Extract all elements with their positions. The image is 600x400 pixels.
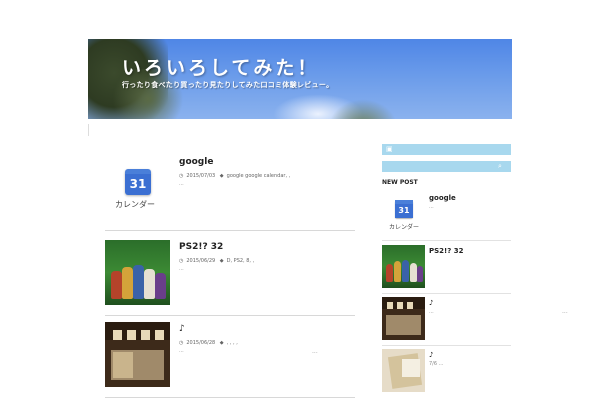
sidebar-post-excerpt: 7/6 ...	[429, 361, 444, 367]
post-date: 2015/06/28	[186, 340, 216, 346]
sidebar-post-excerpt: ...	[429, 309, 434, 315]
post-date: 2015/07/03	[186, 173, 216, 179]
sidebar-thumbnail[interactable]	[382, 245, 425, 288]
search-icon[interactable]: ⌕	[498, 163, 505, 170]
new-post-heading: NEW POST	[382, 179, 418, 186]
stray-ellipsis: ...	[562, 308, 568, 315]
sidebar-divider	[382, 240, 511, 241]
tag-icon: ◆	[219, 173, 224, 179]
bag-photo	[382, 349, 425, 392]
calendar-icon: 31	[125, 169, 151, 195]
post-meta: ◷ 2015/07/03 ◆ google google calendar, ,	[179, 173, 293, 179]
post-excerpt: ...	[179, 181, 184, 187]
header-banner[interactable]: いろいろしてみた！ 行ったり食べたり買ったり見たりしてみた口コミ体験レビュー。	[88, 39, 512, 119]
sidebar-divider	[382, 345, 511, 346]
sidebar-divider	[382, 293, 511, 294]
post-title[interactable]: PS2!? 32	[179, 242, 223, 252]
tag-icon: ◆	[219, 258, 224, 264]
post-meta: ◷ 2015/06/29 ◆ D, PS2, 8, ,	[179, 258, 257, 264]
post-thumbnail[interactable]	[105, 322, 170, 387]
site-title[interactable]: いろいろしてみた！	[122, 53, 319, 80]
calendar-number: 31	[395, 204, 413, 218]
post-tags[interactable]: google google calendar, ,	[227, 173, 291, 179]
calendar-caption: カレンダー	[389, 224, 420, 231]
post-tags[interactable]: , , , ,	[227, 340, 238, 346]
post-thumbnail[interactable]: 31 カレンダー	[105, 155, 170, 220]
shop-photo	[382, 297, 425, 340]
post-meta: ◷ 2015/06/28 ◆, , , ,	[179, 340, 241, 346]
post-excerpt: ...	[179, 266, 184, 272]
sidebar-post-title[interactable]: google	[429, 194, 456, 202]
post-divider	[105, 315, 355, 316]
calendar-number: 31	[125, 174, 151, 195]
figures-photo	[105, 240, 170, 305]
sidebar-thumbnail[interactable]: 31 カレンダー	[382, 192, 425, 235]
calendar-icon: 31	[395, 200, 413, 218]
post-title[interactable]: ♪	[179, 324, 185, 334]
sidebar-thumbnail[interactable]	[382, 349, 425, 392]
post-divider	[105, 397, 355, 398]
sidebar-post-title[interactable]: PS2!? 32	[429, 247, 463, 255]
figures-photo	[382, 245, 425, 288]
tag-icon: ◆	[219, 340, 224, 346]
sidebar-post-title[interactable]: ♪	[429, 351, 433, 359]
clock-icon: ◷	[179, 340, 184, 346]
sidebar-post-excerpt: ...	[429, 204, 434, 210]
site-tagline: 行ったり食べたり買ったり見たりしてみた口コミ体験レビュー。	[122, 81, 334, 89]
post-title[interactable]: google	[179, 157, 213, 167]
clock-icon: ◷	[179, 258, 184, 264]
clock-icon: ◷	[179, 173, 184, 179]
sidebar-thumbnail[interactable]	[382, 297, 425, 340]
post-thumbnail[interactable]	[105, 240, 170, 305]
image-icon: ▣	[386, 145, 393, 153]
post-date: 2015/06/29	[186, 258, 216, 264]
banner-tree-right	[328, 99, 398, 119]
sidebar-widget-bar[interactable]: ▣	[382, 144, 511, 155]
sidebar-post-title[interactable]: ♪	[429, 299, 433, 307]
post-divider	[105, 230, 355, 231]
post-excerpt: ...	[179, 348, 184, 354]
shop-photo	[105, 322, 170, 387]
stray-ellipsis: ...	[312, 348, 318, 355]
sidebar-search-bar[interactable]: ⌕	[382, 161, 511, 172]
calendar-caption: カレンダー	[115, 200, 155, 209]
post-tags[interactable]: D, PS2, 8, ,	[227, 258, 255, 264]
content-edge-marker	[88, 124, 89, 136]
